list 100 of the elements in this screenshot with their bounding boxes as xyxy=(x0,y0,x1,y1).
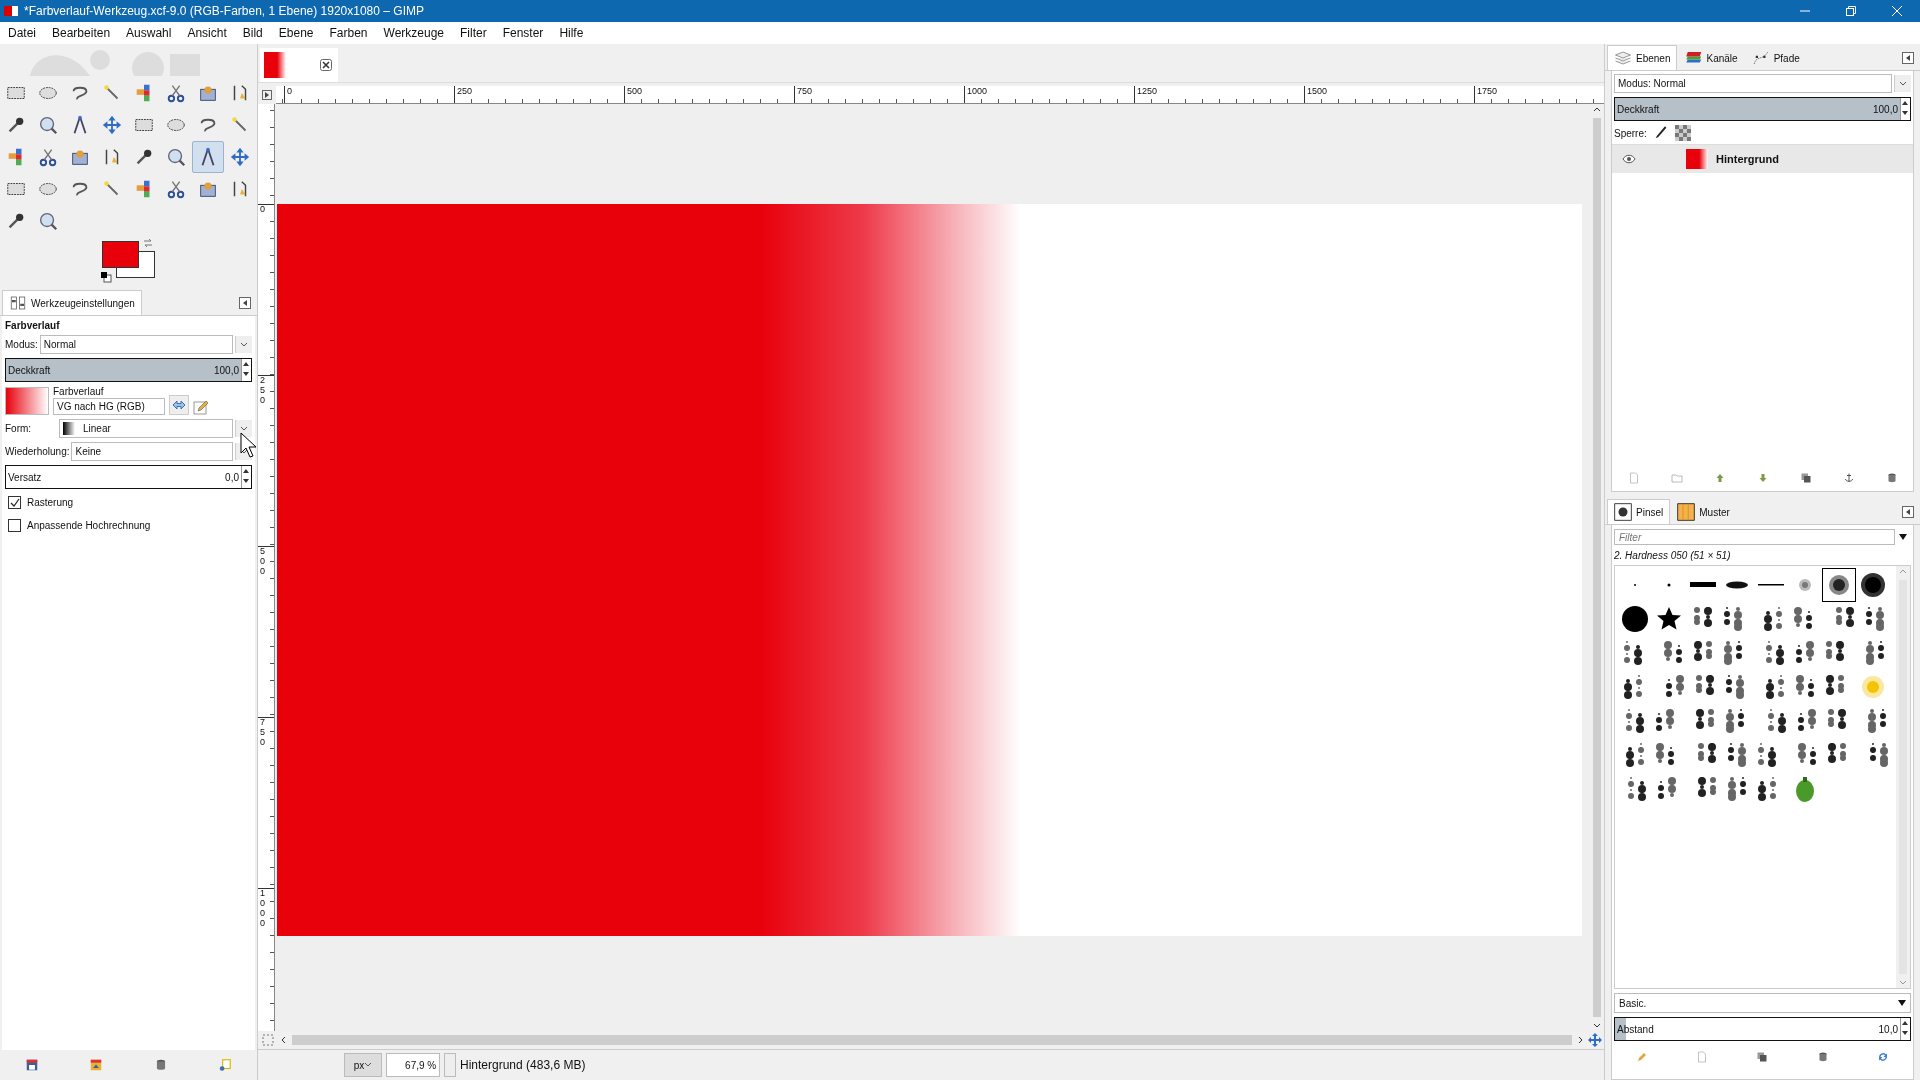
magnifier-icon xyxy=(37,114,59,136)
brush-swatch[interactable] xyxy=(1822,568,1856,602)
panel-menu-icon[interactable] xyxy=(1902,506,1914,518)
reverse-arrows-icon[interactable] xyxy=(169,395,189,415)
layer-opacity-slider[interactable]: Deckkraft 100,0 xyxy=(1614,97,1911,121)
checkbox-label: Rasterung xyxy=(27,497,74,508)
dock-tab[interactable]: Ebenen xyxy=(1607,45,1678,70)
layer-row[interactable]: Hintergrund xyxy=(1612,145,1913,173)
menu-item[interactable]: Filter xyxy=(452,26,495,40)
form-label: Form: xyxy=(5,423,33,434)
layer-name: Hintergrund xyxy=(1716,153,1779,165)
menu-item[interactable]: Ansicht xyxy=(179,26,235,40)
zoom-field[interactable]: 67,9 % xyxy=(386,1053,440,1077)
ruler-label: 1000 xyxy=(967,86,988,96)
menu-item[interactable]: Fenster xyxy=(494,26,552,40)
dock-tab[interactable]: Kanäle xyxy=(1677,45,1745,70)
panel-menu-icon[interactable] xyxy=(239,297,251,309)
window-title: *Farbverlauf-Werkzeug.xcf-9.0 (RGB-Farben, 1 Ebene) 1920x1080 – GIMP xyxy=(23,4,425,18)
refresh-icon xyxy=(1876,1051,1889,1063)
move-icon xyxy=(229,146,251,168)
panel-menu-icon[interactable] xyxy=(1902,52,1914,64)
image-tab[interactable] xyxy=(260,48,338,82)
checkbox[interactable] xyxy=(8,519,21,532)
gradient-preview[interactable] xyxy=(5,387,49,415)
checkerboard-icon[interactable] xyxy=(1674,125,1691,141)
menu-item[interactable]: Bild xyxy=(234,26,271,40)
duplicate-icon xyxy=(1756,1051,1769,1063)
tool-heading: Farbverlauf xyxy=(5,320,61,331)
chevron-down-icon xyxy=(240,425,248,432)
repeat-label: Wiederholung: xyxy=(5,446,70,457)
ruler-label: 1500 xyxy=(1307,86,1328,96)
sliders-icon xyxy=(9,294,27,312)
close-icon[interactable] xyxy=(320,59,332,71)
tool-button[interactable] xyxy=(192,141,224,173)
triangle-down-icon[interactable] xyxy=(1899,534,1907,540)
opacity-slider[interactable]: Deckkraft 100,0 xyxy=(5,358,252,382)
chevron-down-icon xyxy=(364,1062,373,1068)
gradient-name-field[interactable]: VG nach HG (RGB) xyxy=(53,398,165,415)
menu-item[interactable]: Datei xyxy=(0,26,44,40)
ruler-label: 750 xyxy=(797,86,813,96)
save-icon xyxy=(25,1058,40,1072)
menu-item[interactable]: Auswahl xyxy=(118,26,180,40)
dock-tab[interactable]: Werkzeugeinstellungen xyxy=(2,290,142,315)
edit-pencil-icon[interactable] xyxy=(193,399,209,415)
new-page-icon xyxy=(1627,472,1640,484)
chevron-down-icon xyxy=(240,448,248,455)
swap-arrows-icon[interactable] xyxy=(142,237,154,249)
dock-tab[interactable]: Pfade xyxy=(1744,45,1807,70)
form-dropdown[interactable]: Linear xyxy=(59,419,233,438)
repeat-dropdown[interactable]: Keine xyxy=(71,442,233,461)
gradient-label: Farbverlauf xyxy=(53,386,105,397)
unit-dropdown[interactable]: px xyxy=(344,1053,382,1077)
dock-tab[interactable]: Pinsel xyxy=(1607,499,1671,524)
restore-icon xyxy=(1846,6,1856,16)
duplicate-icon xyxy=(1799,472,1812,484)
app-icon xyxy=(4,6,18,16)
status-text: Hintergrund (483,6 MB) xyxy=(460,1058,586,1072)
menu-item[interactable]: Bearbeiten xyxy=(44,26,119,40)
menu-item[interactable]: Hilfe xyxy=(551,26,592,40)
chevron-down-icon xyxy=(1899,80,1907,87)
spacing-slider[interactable]: Abstand 10,0 xyxy=(1614,1017,1911,1041)
checkbox[interactable] xyxy=(8,496,21,509)
triangle-down-icon xyxy=(1898,1000,1906,1006)
layer-thumbnail xyxy=(1686,149,1708,169)
paths-icon xyxy=(1751,49,1770,67)
ruler-label: 0 xyxy=(287,86,292,96)
menu-item[interactable]: Ebene xyxy=(270,26,322,40)
default-colors-icon[interactable] xyxy=(100,271,112,283)
navigate-triangle-icon[interactable] xyxy=(262,90,272,100)
layer-mode-dropdown[interactable]: Modus: Normal xyxy=(1614,74,1892,93)
restore-icon xyxy=(89,1058,104,1072)
chevron-down-icon xyxy=(240,341,248,348)
dock-tab[interactable]: Muster xyxy=(1670,499,1737,524)
checkbox-label: Anpassende Hochrechnung xyxy=(27,520,151,531)
ruler-label: 500 xyxy=(260,547,265,577)
close-icon xyxy=(1892,6,1902,16)
magnifier-icon xyxy=(165,146,187,168)
mode-dropdown[interactable]: Normal xyxy=(39,335,233,354)
offset-slider[interactable]: Versatz 0,0 xyxy=(5,465,252,489)
preset-dropdown[interactable]: Basic. xyxy=(1614,993,1911,1013)
wood-pattern-icon xyxy=(1677,503,1696,521)
dropdown-button[interactable] xyxy=(235,420,252,437)
edit-pencil-icon xyxy=(1636,1051,1649,1063)
navigate-icon[interactable] xyxy=(1588,1033,1602,1047)
layers-icon xyxy=(1614,49,1632,67)
gradient-image[interactable] xyxy=(277,204,1582,936)
ruler-label: 500 xyxy=(627,86,643,96)
folder-icon xyxy=(1670,472,1683,484)
ruler-label: 750 xyxy=(260,718,265,748)
brush-name: 2. Hardness 050 (51 × 51) xyxy=(1614,550,1732,561)
ruler-label: 1750 xyxy=(1477,86,1498,96)
color-swatches-drawing[interactable] xyxy=(102,241,156,279)
gradient-swatch-icon xyxy=(63,422,75,435)
anchor-icon xyxy=(1842,472,1855,484)
menu-item[interactable]: Werkzeuge xyxy=(375,26,452,40)
menu-item[interactable]: Farben xyxy=(321,26,376,40)
ruler-label: 0 xyxy=(260,205,265,215)
filter-field[interactable]: Filter xyxy=(1614,529,1895,545)
ruler-label: 250 xyxy=(260,376,265,406)
eye-icon[interactable] xyxy=(1622,154,1636,164)
